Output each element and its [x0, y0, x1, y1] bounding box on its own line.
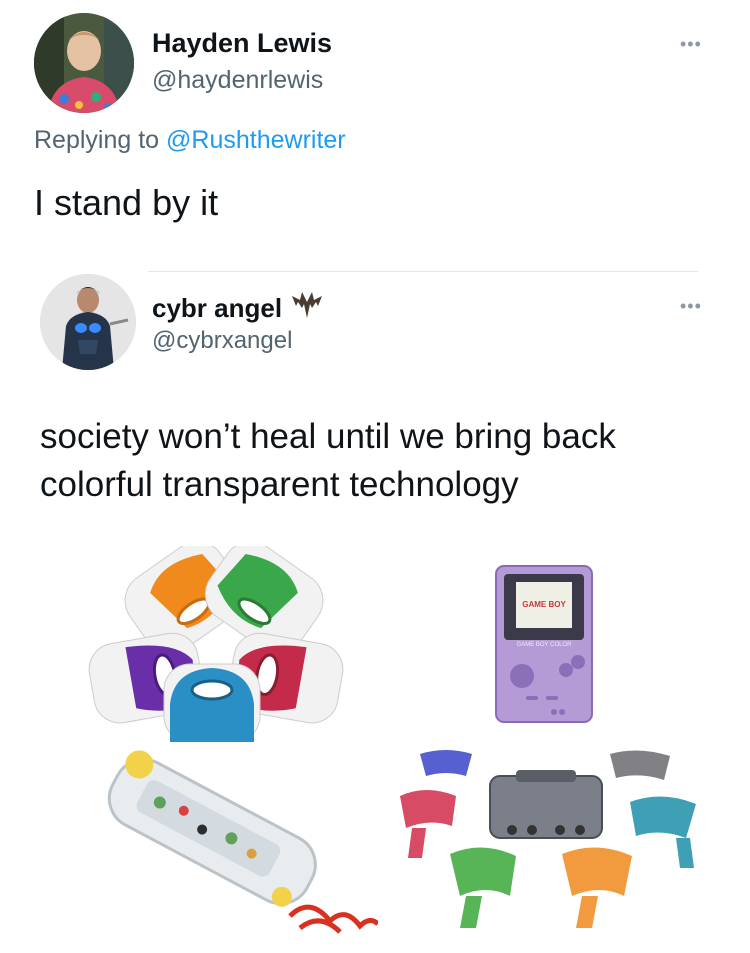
- quoted-author-name-text: cybr angel: [152, 293, 283, 323]
- author-avatar[interactable]: [34, 13, 134, 113]
- media-phone-image[interactable]: [40, 746, 378, 934]
- quoted-author-name[interactable]: cybr angel: [152, 290, 324, 327]
- author-handle[interactable]: @haydenrlewis: [152, 66, 323, 95]
- media-imac-image[interactable]: [40, 546, 378, 742]
- tweet-text: I stand by it: [34, 182, 219, 223]
- replying-to: Replying to @Rushthewriter: [34, 126, 346, 155]
- media-gameboy-image[interactable]: GAME BOY GAME BOY COLOR: [386, 546, 710, 742]
- quoted-author-avatar[interactable]: [40, 274, 136, 370]
- gameboy-sub-text: GAME BOY COLOR: [516, 642, 572, 648]
- replying-prefix: Replying to: [34, 126, 160, 154]
- divider: [148, 271, 698, 272]
- quoted-more-options-icon[interactable]: •••: [680, 296, 702, 317]
- gameboy-logo-text: GAME BOY: [522, 600, 566, 609]
- quoted-tweet-text: society won’t heal until we bring back c…: [40, 413, 616, 509]
- replying-to-link[interactable]: @Rushthewriter: [166, 126, 346, 154]
- media-n64-image[interactable]: [386, 746, 710, 934]
- author-name[interactable]: Hayden Lewis: [152, 28, 332, 59]
- quoted-tweet-text-line1: society won’t heal until we bring back: [40, 417, 616, 456]
- quoted-author-handle[interactable]: @cybrxangel: [152, 327, 292, 355]
- more-options-icon[interactable]: •••: [680, 34, 702, 55]
- quoted-tweet-text-line2: colorful transparent technology: [40, 465, 519, 504]
- bat-icon: [290, 290, 324, 327]
